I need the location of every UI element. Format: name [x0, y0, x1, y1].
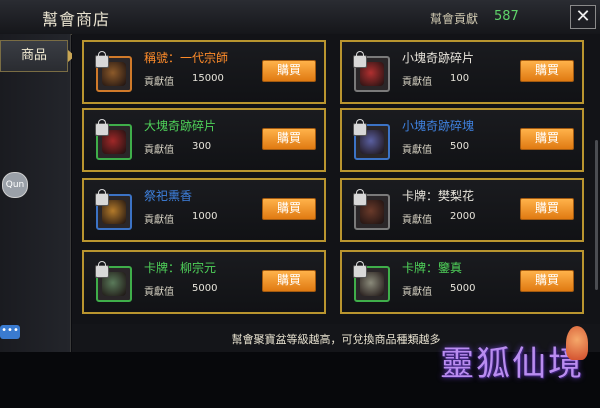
shop-item-card: 卡牌：樊梨花 貢獻值 2000 購買	[340, 178, 584, 242]
lock-icon	[95, 189, 109, 206]
item-name: 卡牌：柳宗元	[144, 261, 217, 275]
lock-icon	[353, 51, 367, 68]
lock-icon	[95, 261, 109, 278]
chat-icon[interactable]: •••	[0, 325, 20, 339]
lock-icon	[353, 189, 367, 206]
fox-logo-icon	[566, 326, 588, 360]
item-icon	[95, 119, 132, 160]
buy-button[interactable]: 購買	[262, 270, 316, 292]
item-name: 祭祀熏香	[144, 189, 193, 203]
shop-item-card: 卡牌：鑒真貢獻值 5000 購買	[340, 250, 584, 314]
cost-value: 500	[450, 141, 470, 152]
item-name: 卡牌：樊梨花	[402, 189, 475, 203]
cost-value: 100	[450, 73, 470, 84]
cost-value: 5000	[192, 283, 218, 294]
item-icon	[353, 189, 390, 230]
shop-item-card: 稱號：一代宗師 貢獻值 15000 購買	[82, 40, 326, 104]
shop-item-card: 大塊奇跡碎片 貢獻值 300 購買	[82, 108, 326, 172]
cost-label: 貢獻值	[402, 287, 432, 298]
shop-item-card: 卡牌：柳宗元 貢獻值 5000 購買	[82, 250, 326, 314]
cost-label: 貢獻值	[144, 215, 174, 226]
lock-icon	[95, 119, 109, 136]
title-bar: 幫會商店 幫會貢獻 587 ✕	[0, 0, 600, 35]
item-name: 大塊奇跡碎片	[144, 119, 217, 133]
scrollbar[interactable]	[595, 140, 598, 290]
contribution-value: 587	[494, 9, 519, 24]
buy-button[interactable]: 購買	[262, 128, 316, 150]
lock-icon	[353, 119, 367, 136]
buy-button[interactable]: 購買	[520, 60, 574, 82]
cost-label: 貢獻值	[144, 145, 174, 156]
tab-goods-label: 商品	[20, 48, 47, 63]
tab-goods[interactable]: 商品	[0, 40, 75, 72]
close-button[interactable]: ✕	[570, 5, 596, 29]
buy-button[interactable]: 購買	[520, 128, 574, 150]
cost-label: 貢獻值	[144, 77, 174, 88]
buy-button[interactable]: 購買	[262, 198, 316, 220]
page-title: 幫會商店	[42, 10, 111, 29]
shop-item-card: 祭祀熏香貢獻值 1000 購買	[82, 178, 326, 242]
item-icon	[95, 51, 132, 92]
item-icon	[353, 119, 390, 160]
item-name: 小塊奇跡碎片	[402, 51, 475, 65]
cost-label: 貢獻值	[144, 287, 174, 298]
item-icon	[353, 261, 390, 302]
cost-value: 5000	[450, 283, 476, 294]
lock-icon	[95, 51, 109, 68]
item-icon	[95, 189, 132, 230]
game-logo: 靈狐仙境	[440, 344, 584, 384]
cost-value: 2000	[450, 211, 476, 222]
buy-button[interactable]: 購買	[262, 60, 316, 82]
cost-label: 貢獻值	[402, 77, 432, 88]
item-icon	[95, 261, 132, 302]
shop-item-card: 小塊奇跡碎片 貢獻值 100 購買	[340, 40, 584, 104]
item-name: 卡牌：鑒真	[402, 261, 463, 275]
cost-label: 貢獻值	[402, 215, 432, 226]
cost-value: 1000	[192, 211, 218, 222]
contribution-label: 幫會貢獻	[430, 12, 479, 26]
cost-value: 15000	[192, 73, 224, 84]
cost-label: 貢獻值	[402, 145, 432, 156]
shop-item-card: 小塊奇跡碎塊 貢獻值 500 購買	[340, 108, 584, 172]
buy-button[interactable]: 購買	[520, 270, 574, 292]
item-name: 小塊奇跡碎塊	[402, 119, 475, 133]
lock-icon	[353, 261, 367, 278]
floating-assistant-icon[interactable]: Qun	[2, 172, 28, 198]
item-name: 稱號：一代宗師	[144, 51, 229, 65]
cost-value: 300	[192, 141, 212, 152]
buy-button[interactable]: 購買	[520, 198, 574, 220]
item-icon	[353, 51, 390, 92]
